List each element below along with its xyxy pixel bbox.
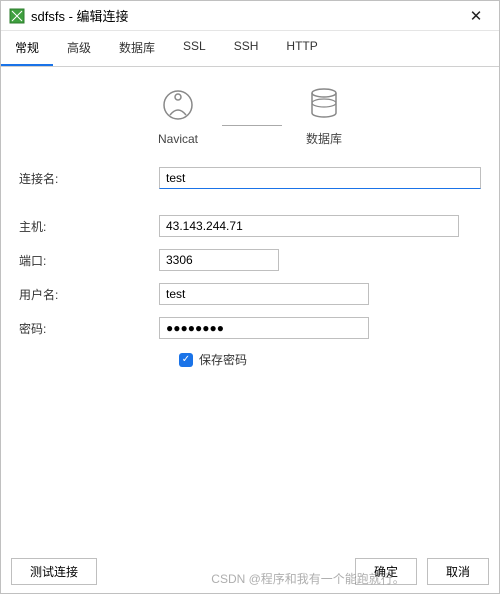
database-label: 数据库 bbox=[306, 130, 342, 147]
titlebar: sdfsfs - 编辑连接 ✕ bbox=[1, 1, 499, 31]
tab-http[interactable]: HTTP bbox=[272, 31, 331, 66]
port-input[interactable] bbox=[159, 249, 279, 271]
port-label: 端口: bbox=[19, 252, 159, 269]
password-input[interactable] bbox=[159, 317, 369, 339]
user-input[interactable] bbox=[159, 283, 369, 305]
host-input[interactable] bbox=[159, 215, 459, 237]
password-label: 密码: bbox=[19, 320, 159, 337]
connection-diagram: Navicat 数据库 bbox=[1, 67, 499, 155]
tab-ssl[interactable]: SSL bbox=[169, 31, 220, 66]
user-label: 用户名: bbox=[19, 286, 159, 303]
app-icon bbox=[9, 8, 25, 24]
tab-database[interactable]: 数据库 bbox=[105, 31, 169, 66]
close-button[interactable]: ✕ bbox=[461, 7, 491, 25]
navicat-label: Navicat bbox=[158, 132, 198, 146]
window-title: sdfsfs - 编辑连接 bbox=[31, 6, 461, 25]
navicat-icon bbox=[160, 87, 196, 128]
save-password-checkbox[interactable]: ✓ bbox=[179, 353, 193, 367]
test-connection-button[interactable]: 测试连接 bbox=[11, 558, 97, 585]
ok-button[interactable]: 确定 bbox=[355, 558, 417, 585]
database-icon bbox=[306, 85, 342, 126]
cancel-button[interactable]: 取消 bbox=[427, 558, 489, 585]
save-password-label: 保存密码 bbox=[199, 351, 247, 368]
host-label: 主机: bbox=[19, 218, 159, 235]
name-label: 连接名: bbox=[19, 170, 159, 187]
name-input[interactable] bbox=[159, 167, 481, 189]
tab-ssh[interactable]: SSH bbox=[220, 31, 273, 66]
tab-general[interactable]: 常规 bbox=[1, 31, 53, 66]
tabs: 常规 高级 数据库 SSL SSH HTTP bbox=[1, 31, 499, 67]
connector-line bbox=[222, 125, 282, 126]
tab-advanced[interactable]: 高级 bbox=[53, 31, 105, 66]
form: 连接名: 主机: 端口: 用户名: 密码: ✓ 保存密码 bbox=[1, 155, 499, 380]
